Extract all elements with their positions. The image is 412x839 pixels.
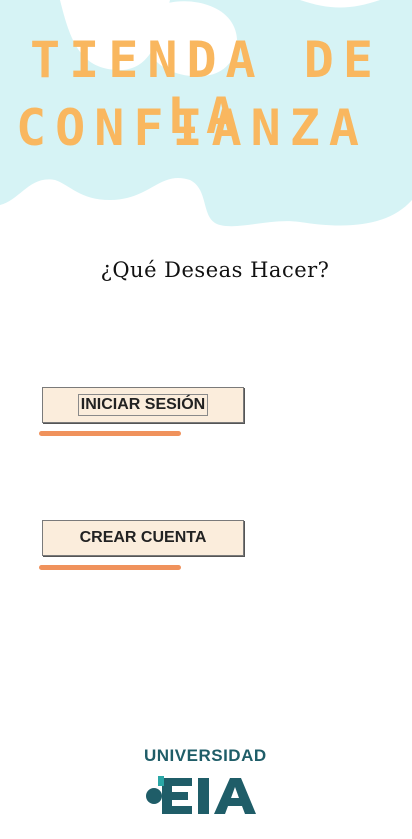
university-logo: UNIVERSIDAD [140,746,276,826]
signup-button-label: CREAR CUENTA [79,529,207,546]
signup-button[interactable]: CREAR CUENTA [42,520,244,556]
login-underline [39,431,181,436]
store-title-line-2: CONFIANZA [16,99,368,157]
signup-underline [39,565,181,570]
action-prompt: ¿Qué Deseas Hacer? [100,258,330,282]
login-button-label: INICIAR SESIÓN [77,394,209,416]
login-button[interactable]: INICIAR SESIÓN [42,387,244,423]
eia-logo-mark-icon [146,776,256,814]
logo-text: UNIVERSIDAD [144,746,267,765]
